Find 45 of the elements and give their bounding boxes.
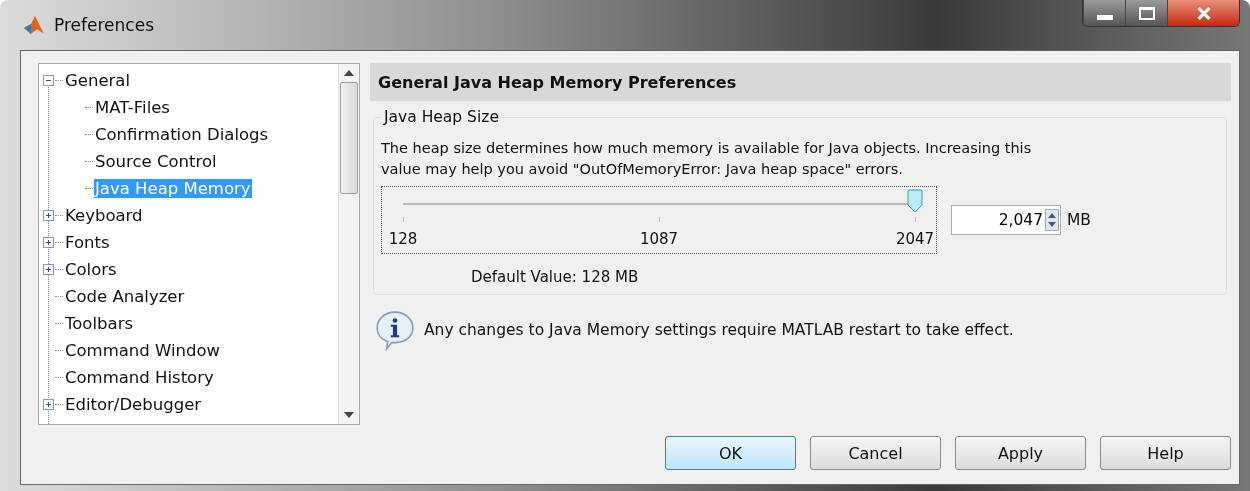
restart-note: Any changes to Java Memory settings require MATLAB restart to take effect. [424, 321, 1014, 339]
scrollbar[interactable] [338, 64, 359, 424]
tree-item[interactable]: Confirmation Dialogs [94, 125, 270, 144]
heap-size-spinner[interactable]: 2,047 [951, 205, 1061, 235]
tree-item[interactable]: Code Analyzer [64, 287, 186, 306]
heap-size-slider[interactable]: 128 1087 2047 [381, 186, 937, 254]
expand-icon[interactable] [43, 399, 54, 410]
collapse-icon[interactable] [43, 75, 54, 86]
tree-item[interactable]: Command Window [64, 341, 222, 360]
group-title: Java Heap Size [381, 108, 502, 126]
tree-item[interactable]: Fonts [64, 233, 111, 252]
tick-label: 2047 [895, 230, 935, 248]
expand-icon[interactable] [43, 237, 54, 248]
minimize-icon [1096, 14, 1113, 20]
default-value-text: Default Value: 128 MB [471, 268, 640, 286]
dialog-button[interactable]: Help [1100, 436, 1231, 470]
expand-icon[interactable] [43, 264, 54, 275]
dialog-button[interactable]: OK [665, 436, 796, 470]
dialog-button[interactable]: Apply [955, 436, 1086, 470]
unit-label: MB [1067, 211, 1091, 229]
tree-item[interactable]: Editor/Debugger [64, 395, 203, 414]
scroll-up-icon[interactable] [344, 70, 354, 76]
close-button[interactable] [1167, 0, 1239, 26]
tree-item[interactable]: Command History [64, 368, 215, 387]
close-icon [1195, 6, 1212, 20]
expand-icon[interactable] [43, 210, 54, 221]
panel-header: General Java Heap Memory Preferences [370, 63, 1231, 101]
tree-item[interactable]: Colors [64, 260, 118, 279]
dialog-button[interactable]: Cancel [810, 436, 941, 470]
slider-thumb[interactable] [907, 189, 923, 213]
tree-item[interactable]: Toolbars [64, 314, 134, 333]
spinner-arrows-icon[interactable] [1045, 209, 1059, 231]
tick-label: 128 [388, 230, 418, 248]
tick-label: 1087 [639, 230, 679, 248]
tree-item[interactable]: Keyboard [64, 206, 144, 225]
maximize-icon [1138, 6, 1155, 20]
description-text: The heap size determines how much memory is available for Java objects. Increasing this value may help you avoid "OutOfMemoryError: Java heap space" errors. [381, 139, 1033, 179]
tree-item[interactable]: General [64, 71, 132, 90]
maximize-button[interactable] [1125, 0, 1167, 26]
scroll-down-icon[interactable] [344, 412, 354, 418]
info-icon [374, 309, 416, 351]
window-title: Preferences [54, 15, 154, 35]
minimize-button[interactable] [1083, 0, 1125, 26]
tree-item[interactable]: MAT-Files [94, 98, 171, 117]
tree-item[interactable]: Source Control [94, 152, 218, 171]
